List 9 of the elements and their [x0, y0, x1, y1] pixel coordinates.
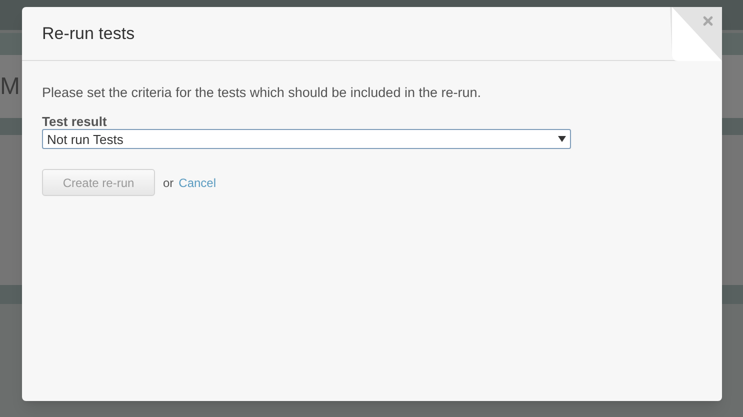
dialog-title: Re-run tests	[42, 22, 135, 45]
intro-text: Please set the criteria for the tests which should be included in the re-run.	[42, 84, 482, 102]
cancel-link[interactable]: Cancel	[178, 174, 216, 192]
or-text: or	[163, 174, 174, 192]
close-icon	[701, 14, 715, 28]
field-label: Test result	[42, 114, 108, 130]
dropdown-arrow-icon	[558, 136, 566, 142]
test-result-select[interactable]: Not run Tests	[42, 129, 571, 150]
page-heading: M	[0, 72, 20, 100]
